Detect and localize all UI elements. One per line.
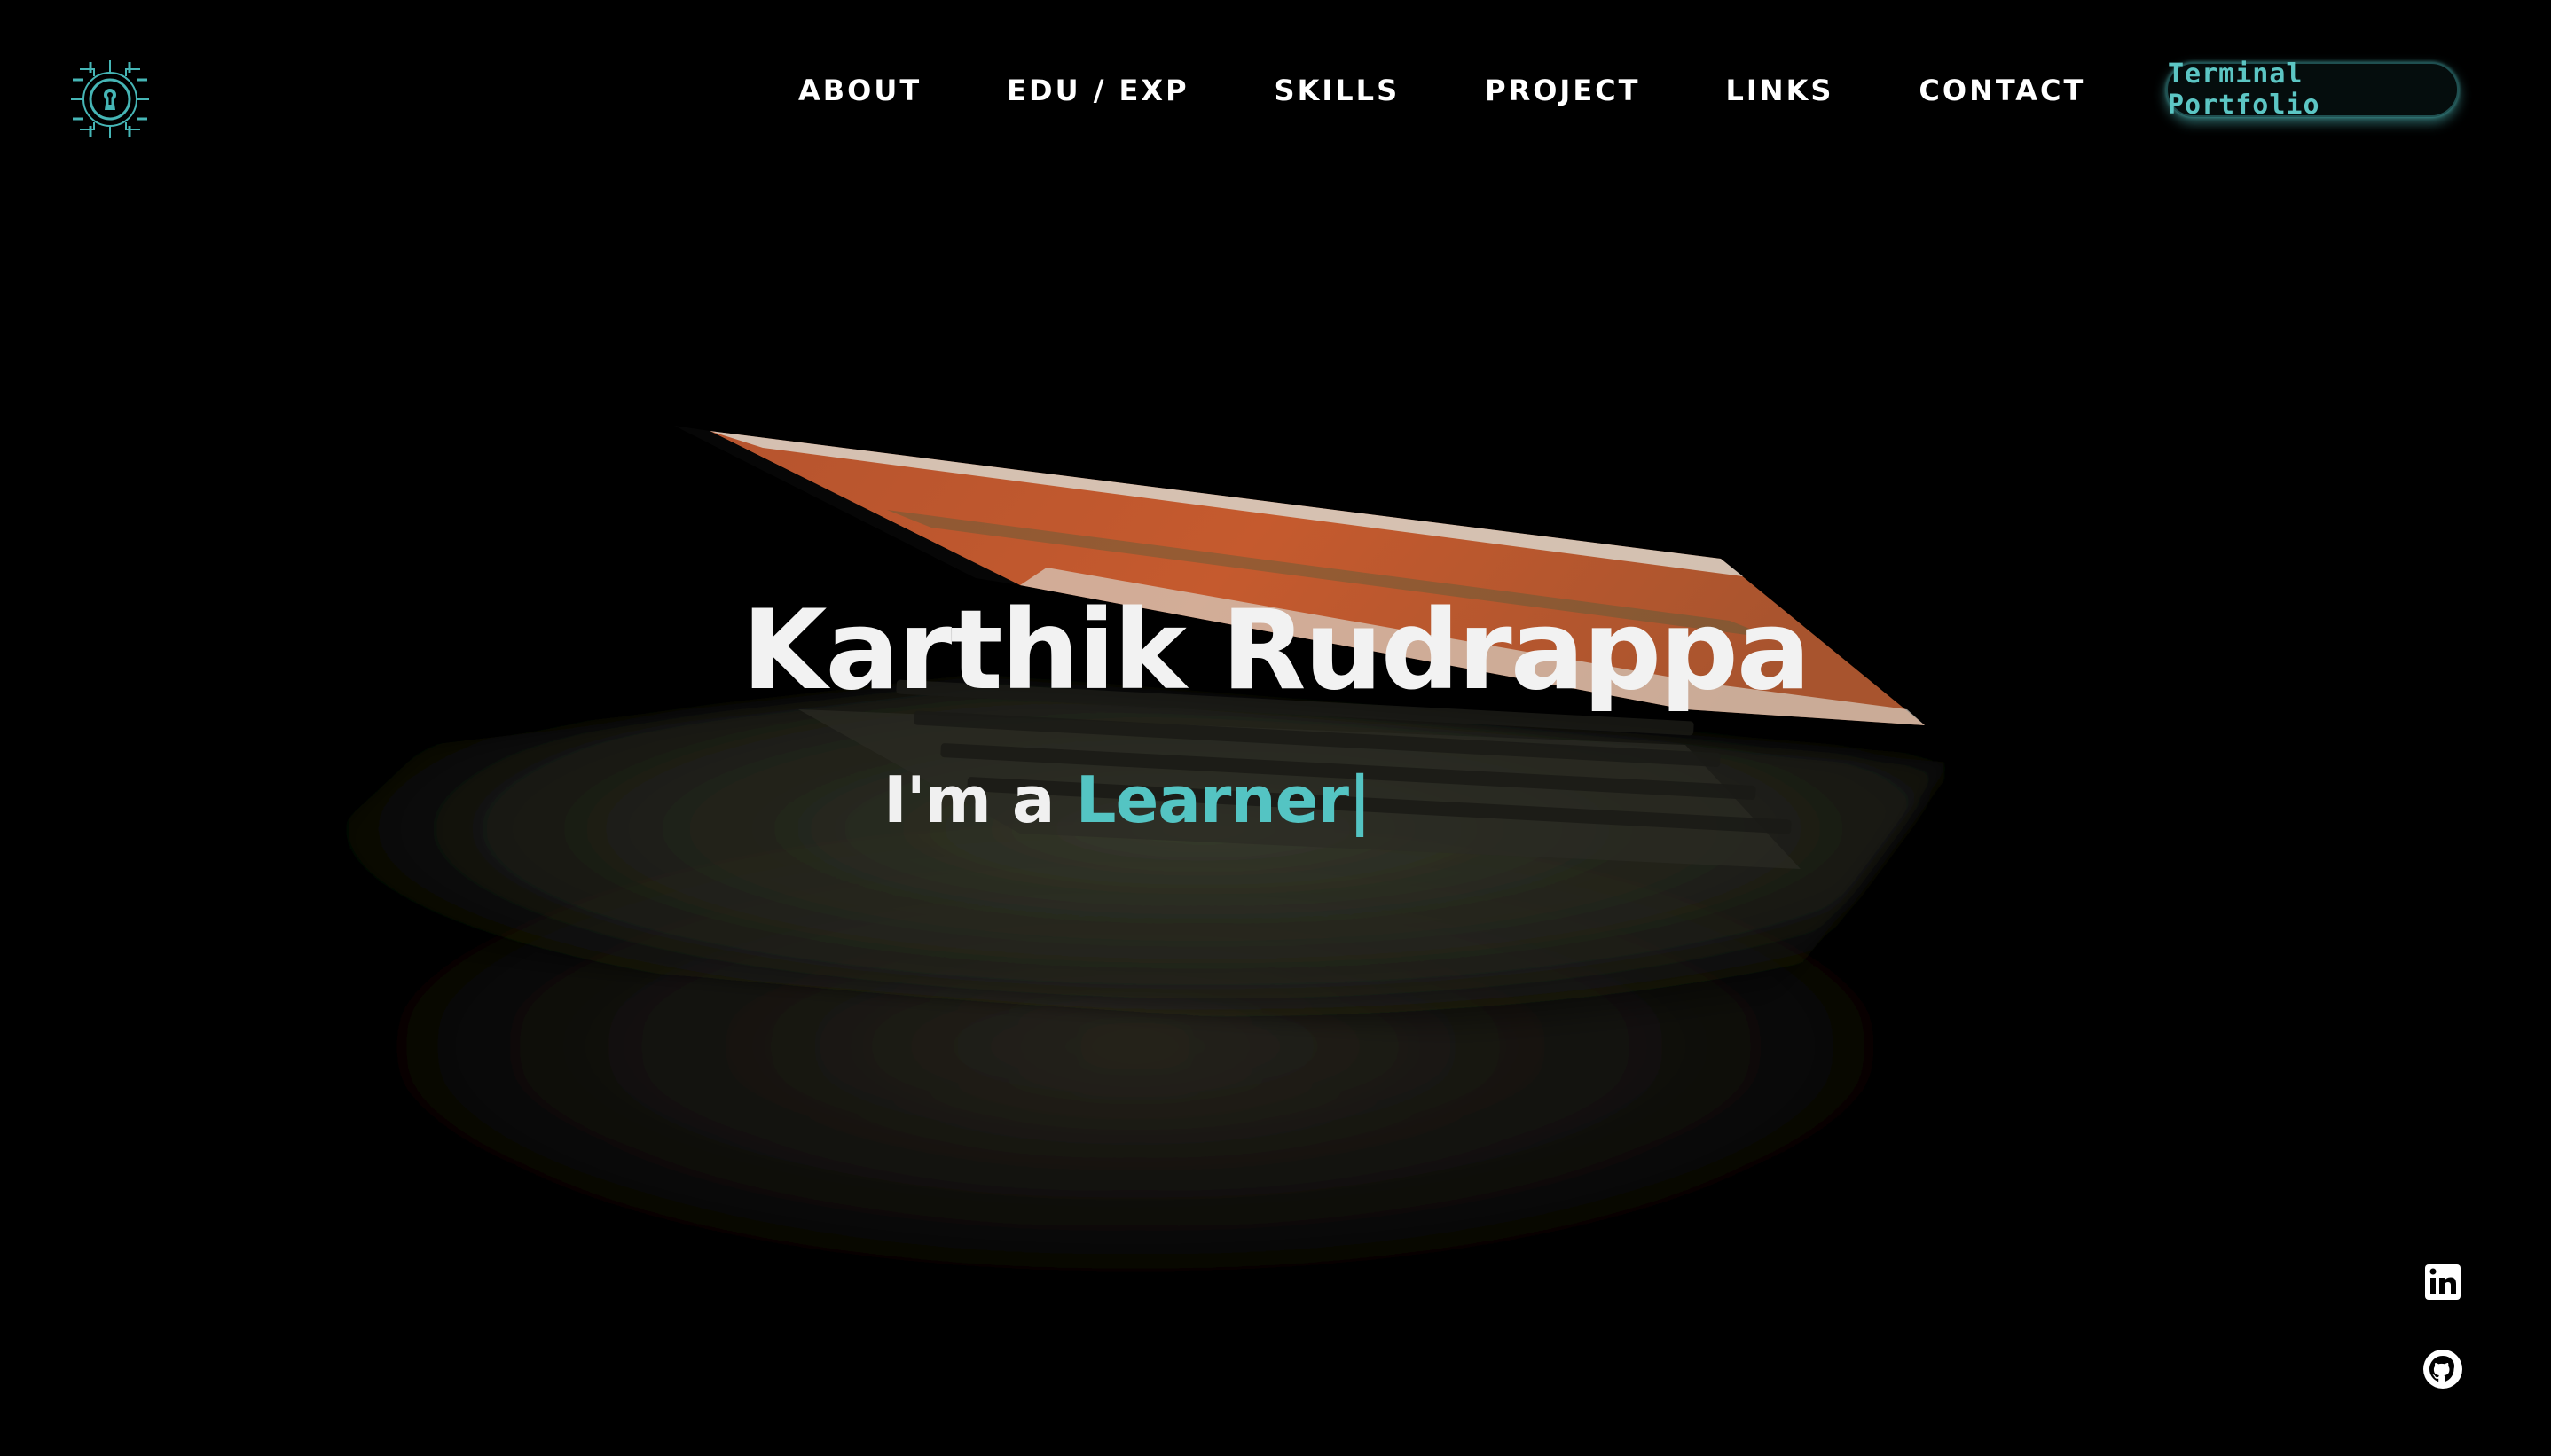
nav-contact[interactable]: CONTACT (1919, 74, 2085, 107)
page: ABOUT EDU / EXP SKILLS PROJECT LINKS CON… (0, 0, 2551, 1456)
typing-cursor: | (1347, 763, 1371, 837)
nav-edu-exp[interactable]: EDU / EXP (1007, 74, 1189, 107)
role-prefix: I'm a (883, 763, 1076, 837)
keyhole-circuit-icon[interactable] (64, 53, 156, 145)
role-typed-word: Learner (1075, 763, 1349, 837)
terminal-portfolio-button[interactable]: Terminal Portfolio (2166, 59, 2459, 121)
nav-skills[interactable]: SKILLS (1275, 74, 1401, 107)
linkedin-icon[interactable] (2421, 1261, 2464, 1303)
nav-links[interactable]: LINKS (1725, 74, 1833, 107)
nav-about[interactable]: ABOUT (798, 74, 922, 107)
hero-role: I'm a Learner| (883, 768, 1371, 832)
main-nav: ABOUT EDU / EXP SKILLS PROJECT LINKS CON… (798, 67, 2085, 114)
hero-background-laptop-image (160, 426, 2111, 1330)
nav-project[interactable]: PROJECT (1485, 74, 1640, 107)
github-icon[interactable] (2421, 1348, 2464, 1390)
hero-name: Karthik Rudrappa (742, 587, 1810, 715)
